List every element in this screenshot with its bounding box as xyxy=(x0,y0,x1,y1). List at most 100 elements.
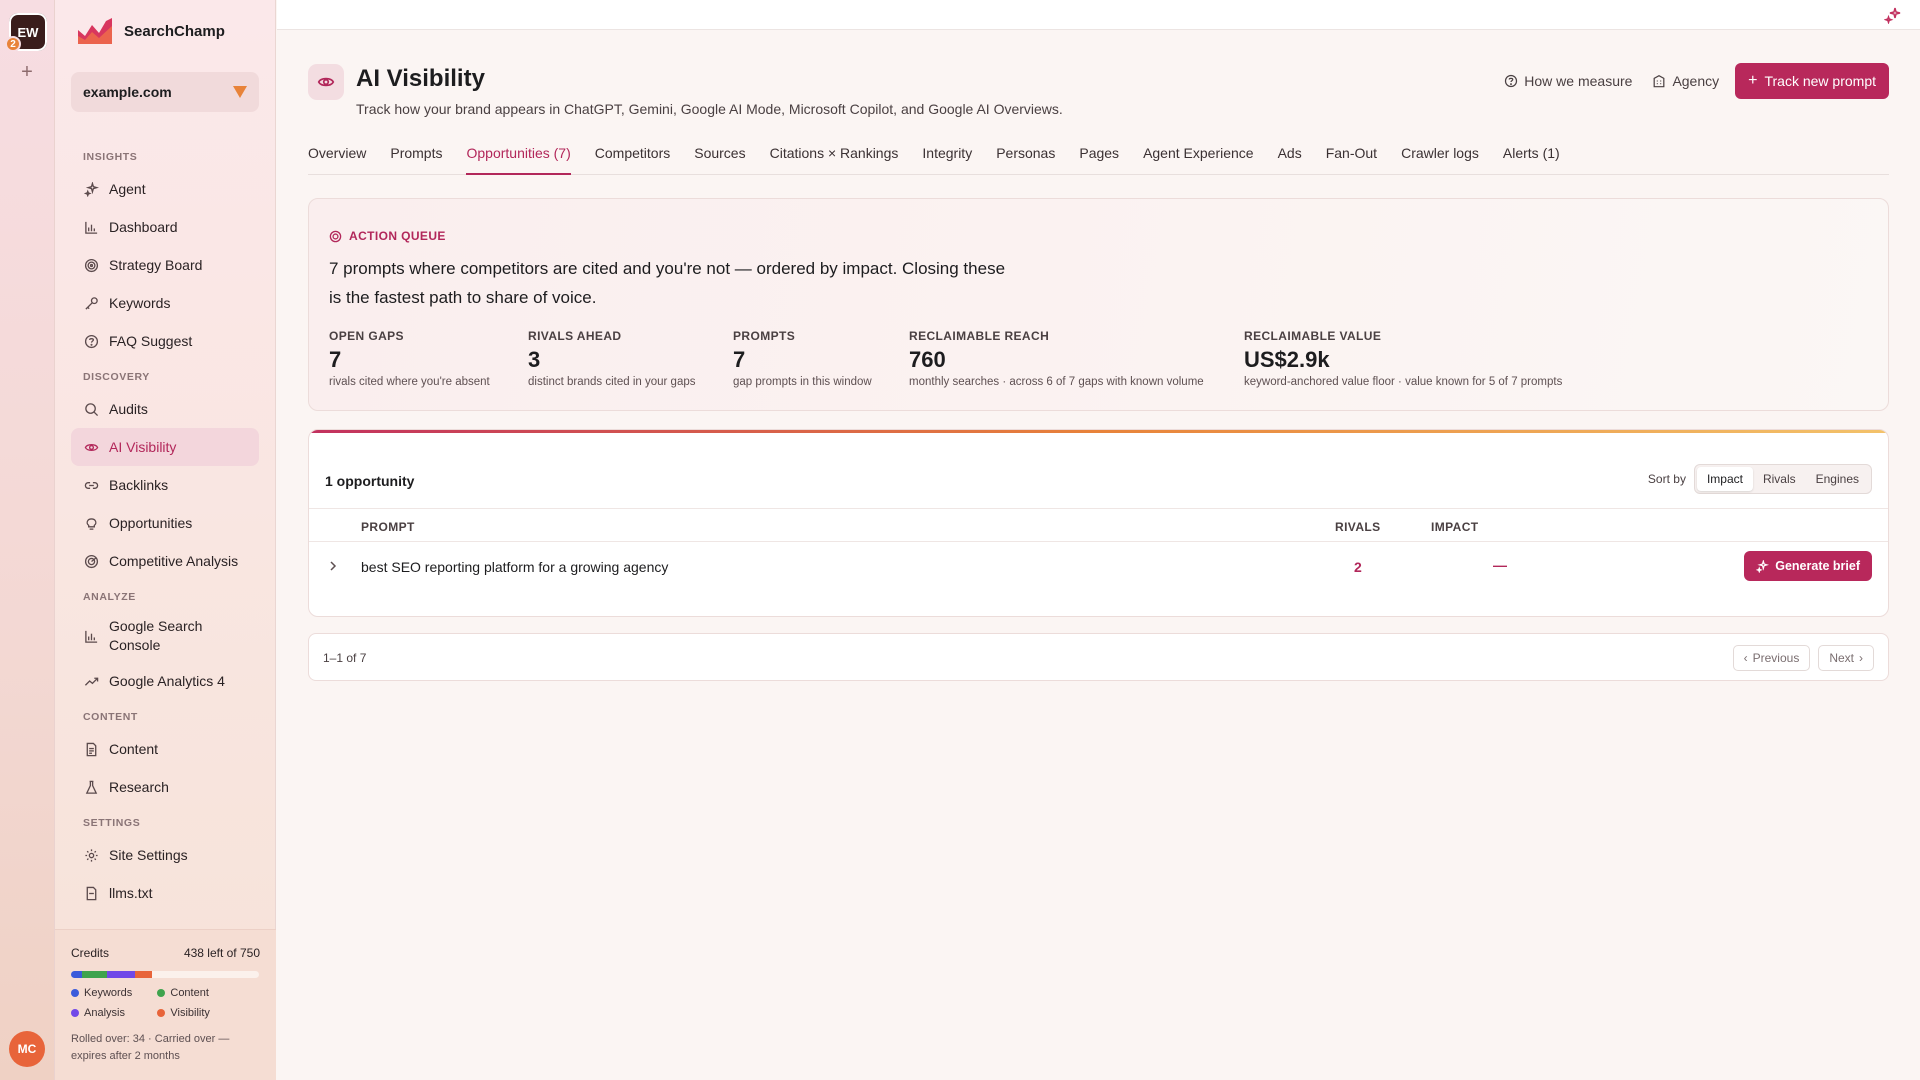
column-header-impact[interactable]: IMPACT xyxy=(1431,520,1479,534)
sidebar-item-site-settings[interactable]: Site Settings xyxy=(71,836,259,874)
previous-label: Previous xyxy=(1752,651,1800,665)
sidebar-item-google-analytics-4[interactable]: Google Analytics 4 xyxy=(71,662,259,700)
sidebar-nav: INSIGHTS Agent Dashboard Strategy Board … xyxy=(71,140,259,912)
generate-brief-label: Generate brief xyxy=(1775,559,1860,573)
opportunities-table-card: 1 opportunity Sort by Impact Rivals Engi… xyxy=(308,429,1889,617)
tab-personas[interactable]: Personas xyxy=(996,143,1055,175)
add-workspace-button[interactable]: + xyxy=(17,62,37,82)
action-queue-title: ACTION QUEUE xyxy=(349,229,446,243)
tab-ads[interactable]: Ads xyxy=(1278,143,1302,175)
tab-agent-experience[interactable]: Agent Experience xyxy=(1143,143,1254,175)
stat-description: rivals cited where you're absent xyxy=(329,376,490,388)
tab-sources[interactable]: Sources xyxy=(694,143,745,175)
chevron-right-icon[interactable] xyxy=(327,558,339,574)
tab-opportunities[interactable]: Opportunities (7) xyxy=(466,143,571,175)
plus-icon: + xyxy=(1748,72,1758,89)
next-page-button[interactable]: Next › xyxy=(1818,645,1874,671)
tab-citations-rankings[interactable]: Citations × Rankings xyxy=(770,143,899,175)
tab-pages[interactable]: Pages xyxy=(1079,143,1119,175)
table-header: PROMPT RIVALS IMPACT xyxy=(309,508,1888,542)
stat-reclaimable-value: RECLAIMABLE VALUE US$2.9k keyword-anchor… xyxy=(1244,329,1604,388)
sidebar-item-faq-suggest[interactable]: FAQ Suggest xyxy=(71,322,259,360)
sidebar-item-label: FAQ Suggest xyxy=(109,333,193,349)
sort-option-impact[interactable]: Impact xyxy=(1696,467,1753,491)
stat-prompts: PROMPTS 7 gap prompts in this window xyxy=(733,329,909,388)
table-row[interactable]: best SEO reporting platform for a growin… xyxy=(309,542,1888,594)
tab-competitors[interactable]: Competitors xyxy=(595,143,670,175)
row-impact: — xyxy=(1493,557,1507,573)
agency-link[interactable]: Agency xyxy=(1648,63,1723,99)
building-icon xyxy=(1654,75,1665,88)
tab-prompts[interactable]: Prompts xyxy=(390,143,442,175)
file-icon xyxy=(83,885,99,901)
tab-integrity[interactable]: Integrity xyxy=(922,143,972,175)
tab-alerts[interactable]: Alerts (1) xyxy=(1503,143,1560,175)
sidebar-item-label: Google Analytics 4 xyxy=(109,673,225,689)
next-label: Next xyxy=(1829,651,1854,665)
sidebar-item-strategy-board[interactable]: Strategy Board xyxy=(71,246,259,284)
sidebar-item-research[interactable]: Research xyxy=(71,768,259,806)
sidebar-item-competitive-analysis[interactable]: Competitive Analysis xyxy=(71,542,259,580)
target-icon xyxy=(83,257,99,273)
header-actions: How we measure Agency + Track new prompt xyxy=(1500,63,1889,99)
brand-name: SearchChamp xyxy=(124,22,225,40)
how-we-measure-link[interactable]: How we measure xyxy=(1500,63,1636,99)
sidebar-item-label: AI Visibility xyxy=(109,439,177,455)
sidebar-item-ai-visibility[interactable]: AI Visibility xyxy=(71,428,259,466)
radar-icon xyxy=(83,553,99,569)
credits-remaining: 438 left of 750 xyxy=(183,946,260,960)
site-selector-value: example.com xyxy=(83,84,172,100)
stat-description: gap prompts in this window xyxy=(733,376,872,388)
nav-section-content: CONTENT xyxy=(83,711,138,723)
opportunity-count: 1 opportunity xyxy=(325,473,415,489)
user-avatar[interactable]: MC xyxy=(9,1031,45,1067)
stat-value: US$2.9k xyxy=(1244,347,1330,372)
stat-rivals-ahead: RIVALS AHEAD 3 distinct brands cited in … xyxy=(528,329,733,388)
sidebar-item-dashboard[interactable]: Dashboard xyxy=(71,208,259,246)
generate-brief-button[interactable]: Generate brief xyxy=(1744,551,1872,581)
stat-value: 3 xyxy=(528,347,541,372)
sidebar-item-content[interactable]: Content xyxy=(71,730,259,768)
brand[interactable]: SearchChamp xyxy=(76,16,225,46)
sort-option-engines[interactable]: Engines xyxy=(1806,467,1869,491)
how-we-measure-label: How we measure xyxy=(1524,73,1633,89)
sidebar-item-backlinks[interactable]: Backlinks xyxy=(71,466,259,504)
sidebar: SearchChamp example.com INSIGHTS Agent D… xyxy=(55,0,276,1080)
sidebar-item-google-search-console[interactable]: Google Search Console xyxy=(71,610,259,662)
sidebar-item-keywords[interactable]: Keywords xyxy=(71,284,259,322)
help-circle-icon xyxy=(83,333,99,349)
workspace-badge: 2 xyxy=(5,36,21,52)
action-queue-label: ACTION QUEUE xyxy=(329,229,446,243)
tab-overview[interactable]: Overview xyxy=(308,143,366,175)
eye-icon xyxy=(83,439,99,455)
sort-control: Sort by Impact Rivals Engines xyxy=(1648,464,1872,494)
site-selector[interactable]: example.com xyxy=(71,72,259,112)
credits-usage-bar xyxy=(71,971,259,978)
sidebar-item-label: Keywords xyxy=(109,295,171,311)
sidebar-item-opportunities[interactable]: Opportunities xyxy=(71,504,259,542)
action-queue-description: 7 prompts where competitors are cited an… xyxy=(329,259,1006,307)
stat-label: RIVALS AHEAD xyxy=(528,329,622,343)
column-header-rivals[interactable]: RIVALS xyxy=(1335,520,1381,534)
sidebar-item-audits[interactable]: Audits xyxy=(71,390,259,428)
sidebar-item-label: Opportunities xyxy=(109,515,193,531)
nav-section-analyze: ANALYZE xyxy=(83,591,136,603)
sidebar-item-llms-txt[interactable]: llms.txt xyxy=(71,874,259,912)
sidebar-item-label: Strategy Board xyxy=(109,257,203,273)
previous-page-button[interactable]: ‹ Previous xyxy=(1732,645,1811,671)
track-new-prompt-button[interactable]: + Track new prompt xyxy=(1735,63,1889,99)
workspace-rail: EW 2 + MC xyxy=(0,0,55,1080)
column-header-prompt[interactable]: PROMPT xyxy=(361,520,415,534)
tab-crawler-logs[interactable]: Crawler logs xyxy=(1401,143,1479,175)
tab-fan-out[interactable]: Fan-Out xyxy=(1326,143,1377,175)
help-circle-icon xyxy=(1505,74,1518,88)
sidebar-item-label: Dashboard xyxy=(109,219,178,235)
sort-segmented-control: Impact Rivals Engines xyxy=(1693,464,1872,494)
sort-option-rivals[interactable]: Rivals xyxy=(1753,467,1806,491)
pagination: 1–1 of 7 ‹ Previous Next › xyxy=(308,633,1889,681)
stat-value: 7 xyxy=(329,347,342,372)
stat-label: PROMPTS xyxy=(733,329,796,343)
sidebar-item-agent[interactable]: Agent xyxy=(71,170,259,208)
ai-assistant-sparkle-icon[interactable] xyxy=(1884,6,1902,24)
key-icon xyxy=(83,295,99,311)
